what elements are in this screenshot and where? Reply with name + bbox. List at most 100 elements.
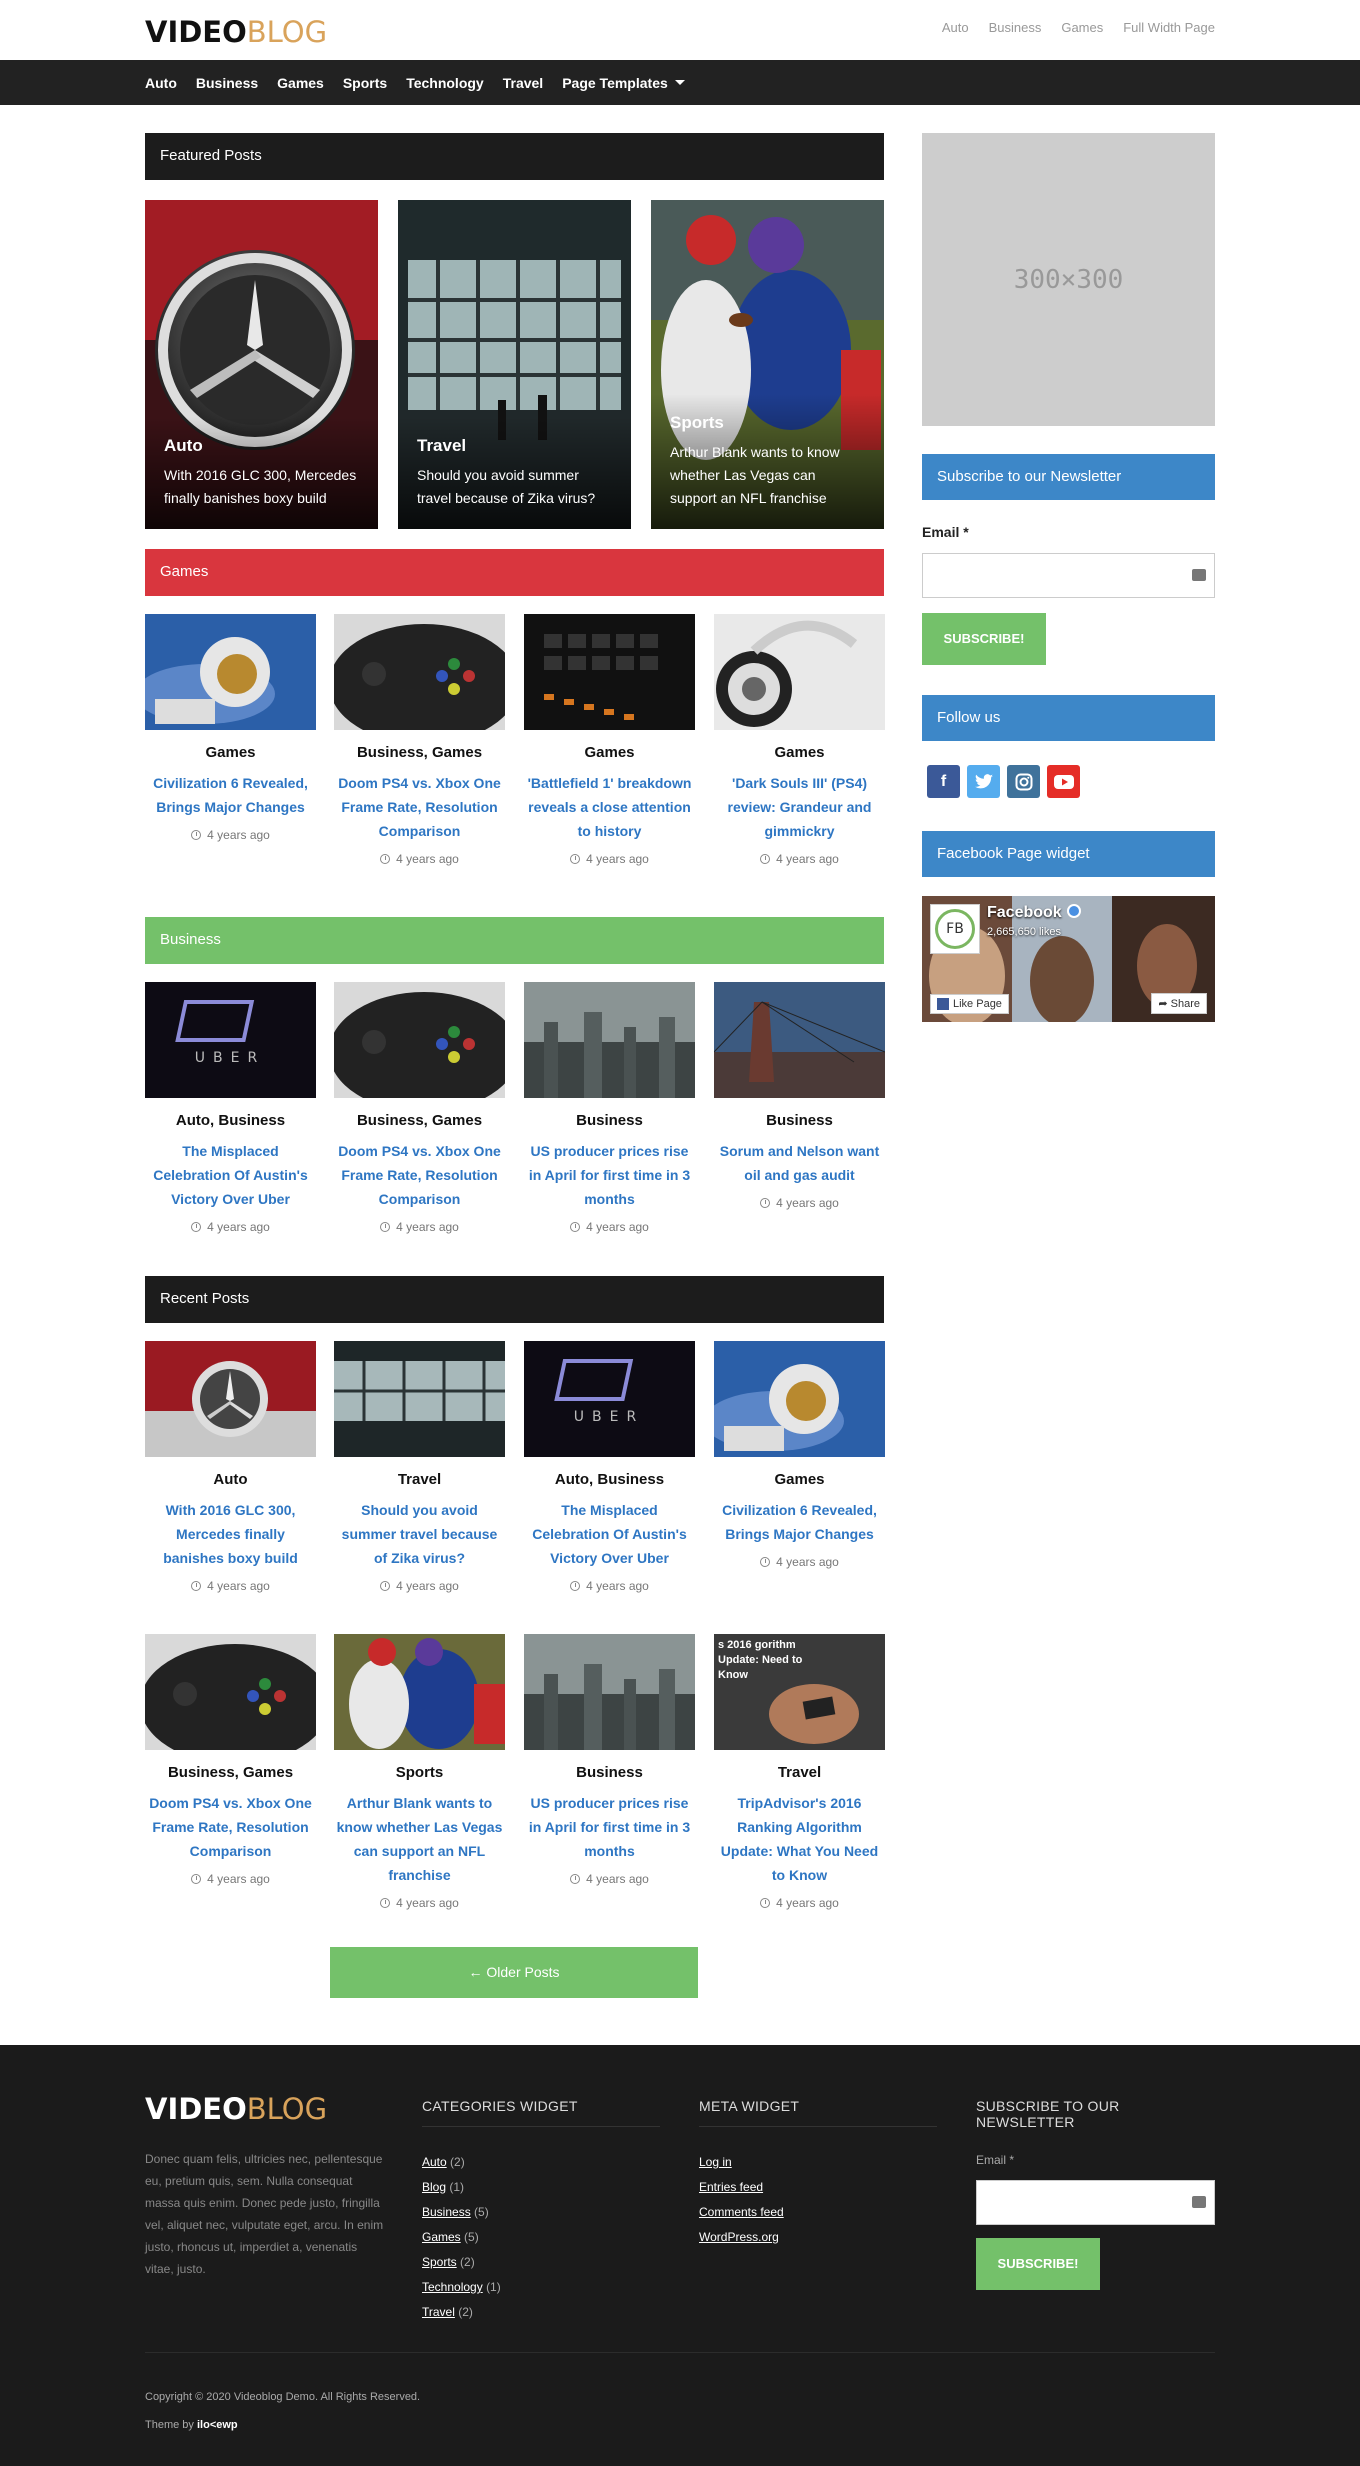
nav-item-auto[interactable]: Auto	[145, 75, 177, 91]
post-category[interactable]: Auto	[145, 1471, 316, 1488]
category-link[interactable]: Sports	[422, 2255, 457, 2269]
featured-title[interactable]: Should you avoid summer travel because o…	[417, 464, 612, 510]
post-title[interactable]: 'Dark Souls III' (PS4) review: Grandeur …	[714, 771, 885, 843]
post-thumbnail[interactable]	[524, 614, 695, 730]
instagram-icon[interactable]	[1007, 765, 1040, 798]
post-thumbnail[interactable]	[714, 982, 885, 1098]
post-title[interactable]: Should you avoid summer travel because o…	[334, 1498, 505, 1570]
footer-subscribe-button[interactable]: SUBSCRIBE!	[976, 2238, 1100, 2290]
post-thumbnail[interactable]: UBER	[145, 982, 316, 1098]
post-title[interactable]: TripAdvisor's 2016 Ranking Algorithm Upd…	[714, 1791, 885, 1887]
facebook-icon[interactable]: f	[927, 765, 960, 798]
featured-category[interactable]: Travel	[417, 436, 612, 456]
post-title[interactable]: US producer prices rise in April for fir…	[524, 1791, 695, 1863]
post-title[interactable]: The Misplaced Celebration Of Austin's Vi…	[524, 1498, 695, 1570]
post-thumbnail[interactable]: s 2016 gorithm Update: Need to Know	[714, 1634, 885, 1750]
category-link[interactable]: Travel	[422, 2305, 455, 2319]
meta-link-entries[interactable]: Entries feed	[699, 2180, 763, 2194]
facebook-page-widget[interactable]: FB Facebook 2,665,650 likes Like Page ➦ …	[922, 896, 1215, 1022]
post-thumbnail[interactable]	[334, 982, 505, 1098]
post-thumbnail[interactable]	[334, 1634, 505, 1750]
top-link-games[interactable]: Games	[1061, 20, 1103, 35]
nav-item-travel[interactable]: Travel	[503, 75, 543, 91]
featured-post-sports[interactable]: Sports Arthur Blank wants to know whethe…	[651, 200, 884, 529]
list-item: UBER Auto, Business The Misplaced Celebr…	[145, 982, 316, 1234]
post-category[interactable]: Games	[145, 744, 316, 761]
post-category[interactable]: Games	[524, 744, 695, 761]
email-field[interactable]	[922, 553, 1215, 598]
fb-share-button[interactable]: ➦ Share	[1151, 993, 1207, 1014]
theme-author-link[interactable]: ilo<ewp	[197, 2419, 238, 2431]
post-category[interactable]: Games	[714, 744, 885, 761]
post-category[interactable]: Business	[524, 1112, 695, 1129]
nav-item-business[interactable]: Business	[196, 75, 258, 91]
featured-title[interactable]: Arthur Blank wants to know whether Las V…	[670, 441, 865, 510]
ad-placeholder[interactable]: 300×300	[922, 133, 1215, 426]
nav-item-sports[interactable]: Sports	[343, 75, 387, 91]
post-thumbnail[interactable]	[524, 1634, 695, 1750]
featured-category[interactable]: Sports	[670, 413, 865, 433]
post-title[interactable]: Civilization 6 Revealed, Brings Major Ch…	[714, 1498, 885, 1546]
post-thumbnail[interactable]	[145, 614, 316, 730]
post-title[interactable]: The Misplaced Celebration Of Austin's Vi…	[145, 1139, 316, 1211]
category-link[interactable]: Technology	[422, 2280, 483, 2294]
post-category[interactable]: Auto, Business	[524, 1471, 695, 1488]
top-link-business[interactable]: Business	[989, 20, 1042, 35]
list-item: s 2016 gorithm Update: Need to Know Trav…	[714, 1634, 885, 1910]
post-category[interactable]: Sports	[334, 1764, 505, 1781]
post-thumbnail[interactable]	[334, 614, 505, 730]
post-thumbnail[interactable]	[524, 982, 695, 1098]
post-time: 4 years ago	[207, 1579, 270, 1593]
post-category[interactable]: Business, Games	[145, 1764, 316, 1781]
post-category[interactable]: Auto, Business	[145, 1112, 316, 1129]
meta-link-login[interactable]: Log in	[699, 2155, 732, 2169]
featured-title[interactable]: With 2016 GLC 300, Mercedes finally bani…	[164, 464, 359, 510]
youtube-icon[interactable]	[1047, 765, 1080, 798]
featured-category[interactable]: Auto	[164, 436, 359, 456]
subscribe-button[interactable]: SUBSCRIBE!	[922, 613, 1046, 665]
list-item: Travel (2)	[422, 2305, 473, 2319]
footer-email-field[interactable]	[976, 2180, 1215, 2225]
featured-post-auto[interactable]: Auto With 2016 GLC 300, Mercedes finally…	[145, 200, 378, 529]
post-category[interactable]: Business	[714, 1112, 885, 1129]
nav-item-technology[interactable]: Technology	[406, 75, 484, 91]
fb-like-button[interactable]: Like Page	[930, 994, 1009, 1014]
post-category[interactable]: Games	[714, 1471, 885, 1488]
top-link-full-width[interactable]: Full Width Page	[1123, 20, 1215, 35]
category-link[interactable]: Business	[422, 2205, 471, 2219]
nav-item-games[interactable]: Games	[277, 75, 324, 91]
twitter-icon[interactable]	[967, 765, 1000, 798]
post-title[interactable]: Doom PS4 vs. Xbox One Frame Rate, Resolu…	[334, 771, 505, 843]
post-title[interactable]: With 2016 GLC 300, Mercedes finally bani…	[145, 1498, 316, 1570]
post-category[interactable]: Travel	[334, 1471, 505, 1488]
category-link[interactable]: Games	[422, 2230, 461, 2244]
post-title[interactable]: Doom PS4 vs. Xbox One Frame Rate, Resolu…	[145, 1791, 316, 1863]
category-link[interactable]: Auto	[422, 2155, 447, 2169]
post-title[interactable]: Doom PS4 vs. Xbox One Frame Rate, Resolu…	[334, 1139, 505, 1211]
post-category[interactable]: Travel	[714, 1764, 885, 1781]
meta-link-wordpress[interactable]: WordPress.org	[699, 2230, 779, 2244]
post-title[interactable]: Arthur Blank wants to know whether Las V…	[334, 1791, 505, 1887]
post-title[interactable]: Sorum and Nelson want oil and gas audit	[714, 1139, 885, 1187]
top-link-auto[interactable]: Auto	[942, 20, 969, 35]
post-thumbnail[interactable]	[145, 1634, 316, 1750]
post-thumbnail[interactable]	[714, 1341, 885, 1457]
category-link[interactable]: Blog	[422, 2180, 446, 2194]
site-logo[interactable]: VIDEOBLOG	[145, 15, 327, 49]
post-category[interactable]: Business, Games	[334, 744, 505, 761]
featured-post-travel[interactable]: Travel Should you avoid summer travel be…	[398, 200, 631, 529]
post-thumbnail[interactable]	[334, 1341, 505, 1457]
post-title[interactable]: US producer prices rise in April for fir…	[524, 1139, 695, 1211]
nav-item-page-templates[interactable]: Page Templates	[562, 75, 685, 91]
post-thumbnail[interactable]: UBER	[524, 1341, 695, 1457]
older-posts-button[interactable]: ← Older Posts	[330, 1947, 698, 1998]
post-title[interactable]: 'Battlefield 1' breakdown reveals a clos…	[524, 771, 695, 843]
footer-logo[interactable]: VIDEOBLOG	[145, 2092, 327, 2126]
meta-link-comments[interactable]: Comments feed	[699, 2205, 784, 2219]
post-category[interactable]: Business	[524, 1764, 695, 1781]
post-thumbnail[interactable]	[145, 1341, 316, 1457]
fb-page-name[interactable]: Facebook	[987, 904, 1062, 921]
post-title[interactable]: Civilization 6 Revealed, Brings Major Ch…	[145, 771, 316, 819]
post-category[interactable]: Business, Games	[334, 1112, 505, 1129]
post-thumbnail[interactable]	[714, 614, 885, 730]
